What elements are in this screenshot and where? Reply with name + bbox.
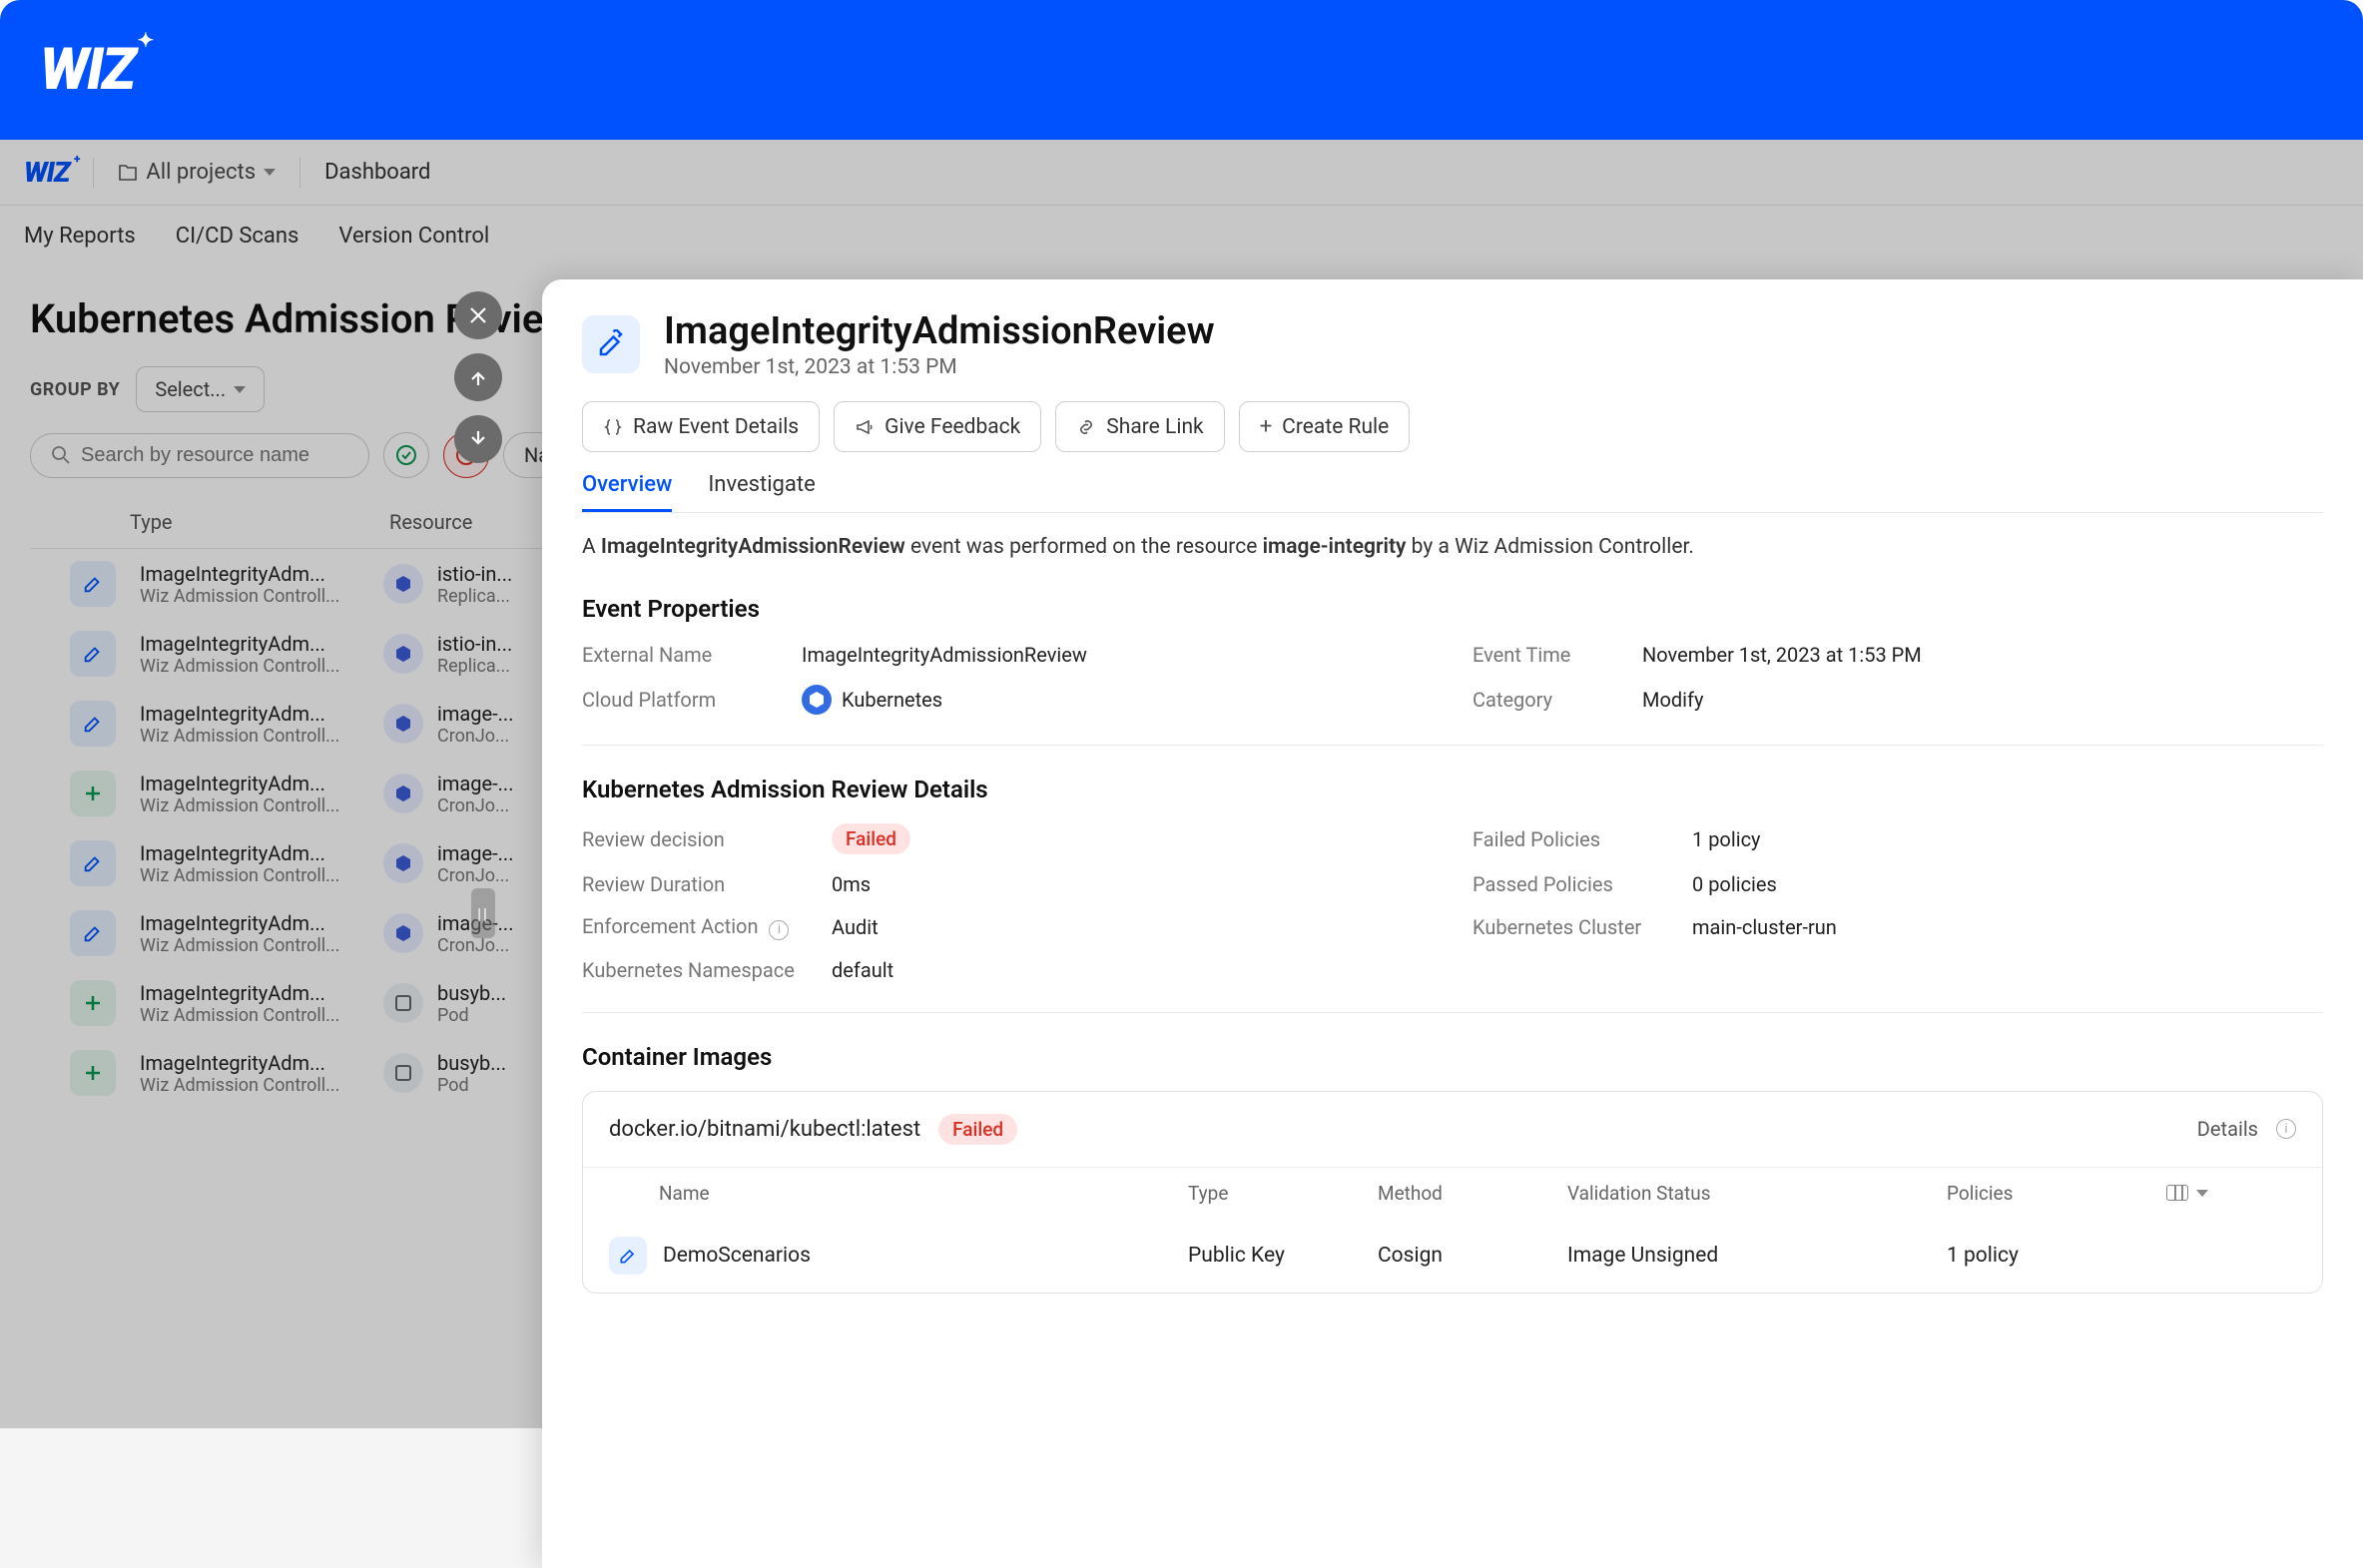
close-panel-button[interactable] [454,291,502,339]
col-type: Type [1188,1182,1378,1205]
panel-header: ImageIntegrityAdmissionReview November 1… [582,309,2323,379]
event-properties-title: Event Properties [582,595,2323,623]
app-shell: WIZ All projects Dashboard My Reports CI… [0,140,2363,1428]
prop-cluster: Kubernetes Cluster main-cluster-run [1473,914,2323,940]
event-detail-panel: ImageIntegrityAdmissionReview November 1… [542,279,2363,1568]
next-event-button[interactable] [454,415,502,463]
wiz-logo-large: WIZ [40,36,134,104]
event-summary: A ImageIntegrityAdmissionReview event wa… [582,535,2323,559]
policy-icon [609,1237,647,1275]
image-table-row[interactable]: DemoScenarios Public Key Cosign Image Un… [583,1219,2322,1293]
event-properties-grid: External Name ImageIntegrityAdmissionRev… [582,643,2323,715]
status-badge: Failed [938,1114,1017,1145]
tab-investigate[interactable]: Investigate [708,472,815,512]
panel-subtitle: November 1st, 2023 at 1:53 PM [664,355,1215,379]
prop-cloud-platform: Cloud Platform Kubernetes [582,685,1433,715]
column-picker[interactable] [2166,1185,2226,1201]
panel-resize-handle[interactable]: || [471,888,495,938]
panel-nav-controls [454,291,502,463]
raw-event-label: Raw Event Details [633,415,799,439]
tab-overview[interactable]: Overview [582,472,672,512]
row-method: Cosign [1378,1244,1567,1268]
prop-category: Category Modify [1473,685,2323,715]
prop-enforcement: Enforcement Action i Audit [582,914,1433,940]
prev-event-button[interactable] [454,353,502,401]
create-rule-button[interactable]: + Create Rule [1239,401,1411,452]
kubernetes-icon [802,685,832,715]
prop-external-name: External Name ImageIntegrityAdmissionRev… [582,643,1433,667]
row-type: Public Key [1188,1244,1378,1268]
panel-title: ImageIntegrityAdmissionReview [664,309,1215,353]
info-icon: i [2276,1119,2296,1139]
columns-icon [2166,1185,2188,1201]
braces-icon [603,417,623,437]
brand-banner: WIZ [0,0,2363,140]
info-icon[interactable]: i [769,920,789,940]
image-name: docker.io/bitnami/kubectl:latest [609,1117,920,1142]
share-label: Share Link [1106,415,1203,439]
admission-details-title: Kubernetes Admission Review Details [582,776,2323,803]
col-method: Method [1378,1182,1567,1205]
plus-icon: + [1260,414,1272,439]
panel-actions: Raw Event Details Give Feedback Share Li… [582,401,2323,452]
prop-namespace: Kubernetes Namespace default [582,958,1433,982]
megaphone-icon [855,417,875,437]
col-policies: Policies [1947,1182,2166,1205]
admission-details-grid: Review decision Failed Failed Policies 1… [582,823,2323,982]
raw-event-button[interactable]: Raw Event Details [582,401,820,452]
status-badge: Failed [832,823,910,854]
feedback-label: Give Feedback [885,415,1020,439]
prop-failed-policies: Failed Policies 1 policy [1473,823,2323,854]
create-rule-label: Create Rule [1282,415,1389,439]
col-validation: Validation Status [1567,1182,1947,1205]
share-button[interactable]: Share Link [1055,401,1224,452]
panel-tabs: Overview Investigate [582,472,2323,513]
link-icon [1076,417,1096,437]
image-table-header: Name Type Method Validation Status Polic… [583,1167,2322,1219]
row-validation: Image Unsigned [1567,1244,1947,1268]
event-type-icon [582,315,640,373]
divider [582,745,2323,746]
image-details-button[interactable]: Details i [2197,1117,2296,1141]
prop-review-duration: Review Duration 0ms [582,872,1433,896]
prop-passed-policies: Passed Policies 0 policies [1473,872,2323,896]
prop-event-time: Event Time November 1st, 2023 at 1:53 PM [1473,643,2323,667]
row-policies: 1 policy [1947,1244,2166,1268]
container-images-title: Container Images [582,1043,2323,1071]
feedback-button[interactable]: Give Feedback [834,401,1041,452]
row-name: DemoScenarios [663,1244,811,1268]
prop-review-decision: Review decision Failed [582,823,1433,854]
container-image-card: docker.io/bitnami/kubectl:latest Failed … [582,1091,2323,1294]
divider [582,1012,2323,1013]
image-card-header: docker.io/bitnami/kubectl:latest Failed … [583,1092,2322,1167]
col-name: Name [609,1182,1188,1205]
chevron-down-icon [2196,1190,2208,1197]
